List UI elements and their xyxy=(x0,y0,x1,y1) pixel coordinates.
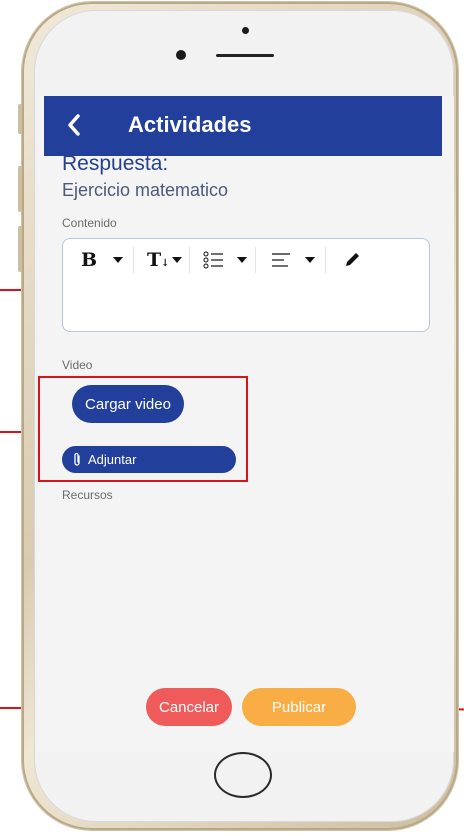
text-size-icon: T↓ xyxy=(147,249,170,271)
chevron-down-icon xyxy=(171,257,182,263)
bold-icon: B xyxy=(81,249,98,271)
phone-side-button xyxy=(18,166,22,212)
front-camera-dot xyxy=(242,27,249,34)
phone-side-button xyxy=(18,104,22,134)
pencil-icon xyxy=(346,253,359,266)
align-left-icon xyxy=(272,253,290,267)
text-size-dropdown[interactable]: T↓ xyxy=(139,247,190,273)
phone-side-button xyxy=(18,226,22,272)
chevron-down-icon xyxy=(113,257,124,263)
page-title: Actividades xyxy=(128,112,252,137)
content-label: Contenido xyxy=(62,216,117,230)
chevron-left-icon[interactable] xyxy=(62,110,86,140)
response-subtitle: Ejercicio matematico xyxy=(62,180,229,200)
home-button[interactable] xyxy=(214,752,272,798)
front-camera xyxy=(176,50,186,60)
video-label: Video xyxy=(62,358,93,372)
publish-button[interactable]: Publicar xyxy=(242,688,356,726)
app-bar: Actividades xyxy=(44,96,442,156)
response-heading: Respuesta: xyxy=(62,152,169,175)
cancel-button[interactable]: Cancelar xyxy=(146,688,232,726)
annotation-box-video xyxy=(38,376,248,482)
align-dropdown[interactable] xyxy=(263,247,326,273)
chevron-down-icon xyxy=(305,257,315,263)
earpiece-speaker xyxy=(216,54,274,57)
chevron-down-icon xyxy=(237,257,247,263)
rich-text-editor[interactable]: B T↓ xyxy=(62,238,430,332)
resources-label: Recursos xyxy=(62,488,113,502)
bullet-list-icon xyxy=(203,251,223,269)
bold-dropdown[interactable]: B xyxy=(73,247,134,273)
pencil-button[interactable] xyxy=(333,247,373,273)
list-dropdown[interactable] xyxy=(197,247,256,273)
mockup-canvas: Actividades Respuesta: Ejercicio matemat… xyxy=(0,0,464,836)
